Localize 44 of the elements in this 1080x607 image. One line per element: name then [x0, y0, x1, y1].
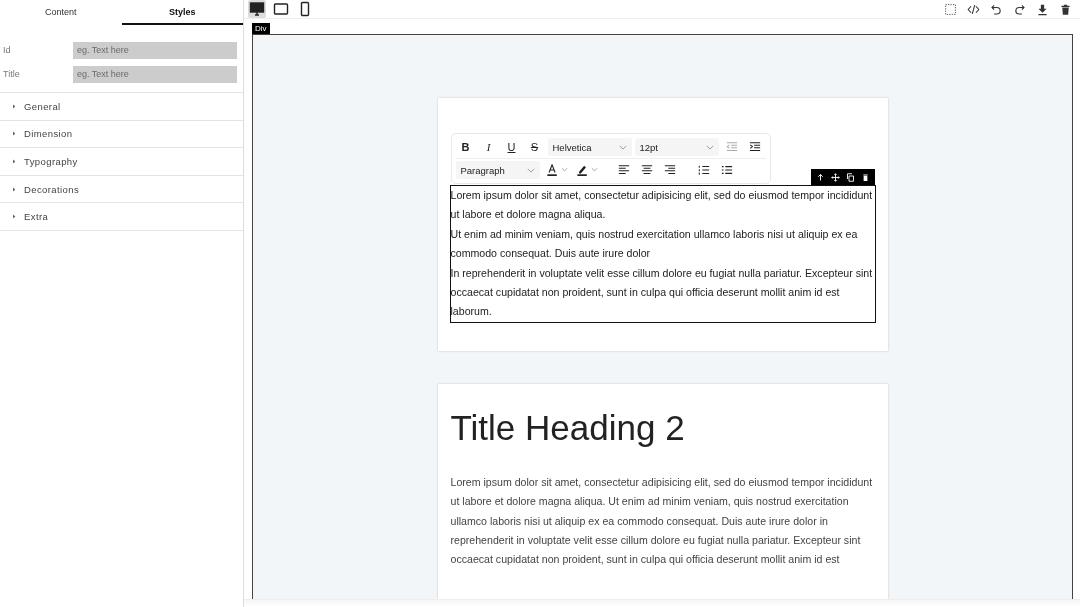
bold-button[interactable]: B [455, 141, 476, 153]
body-paragraph: In reprehenderit in voluptate velit esse cillum dolore eu fugiat nulla pariatur. Excepteur sint occaecat cupidatat non proident, sunt in culpa qui officia deserunt mollit anim id est laborum. [450, 265, 874, 320]
undo-icon[interactable] [990, 2, 1003, 16]
move-icon[interactable] [830, 172, 840, 182]
element-badge: Div [252, 23, 270, 34]
field-label: Id [3, 45, 12, 55]
highlighter-icon[interactable] [576, 164, 600, 176]
size-dropdown[interactable]: 12pt [634, 138, 719, 156]
body-paragraph: Ut enim ad minim veniam, quis nostrud exercitation ullamco laboris nisi ut aliquip ex ea commodo consequat. Duis aute irure dolor [450, 226, 859, 262]
indent-icon[interactable] [748, 141, 761, 153]
copy-icon[interactable] [845, 172, 855, 182]
align-right-icon[interactable] [663, 164, 676, 176]
text-color-icon[interactable] [546, 164, 570, 176]
chevron-down-icon [618, 144, 627, 150]
input-field[interactable]: eg. Text here [73, 65, 237, 83]
block-dropdown[interactable]: Paragraph [455, 161, 540, 179]
caret-icon [12, 103, 16, 109]
strikethrough-button[interactable]: S [524, 141, 545, 153]
bullet-list-icon[interactable] [720, 164, 733, 176]
card-heading: Title Heading 2 [450, 407, 686, 448]
align-left-icon[interactable] [617, 164, 630, 176]
redo-icon[interactable] [1013, 2, 1026, 16]
trash-icon[interactable] [1059, 2, 1072, 16]
caret-icon [12, 131, 16, 137]
caret-icon [12, 186, 16, 192]
download-icon[interactable] [1036, 2, 1049, 16]
body-paragraph: Lorem ipsum dolor sit amet, consectetur adipisicing elit, sed do eiusmod tempor incididunt ut labore et dolore magna aliqua. Ut enim ad minim veniam, quis nostrud exercitation ullamco laboris nisi ut aliquip ex ea commodo consequat. Duis aute irure dolor in reprehenderit in voluptate velit esse cillum dolore eu fugiat nulla pariatur. Excepteur sint occaecat cupidatat non proident, sunt in culpa qui officia deserunt mollit anim id est [450, 474, 874, 568]
selection-icon[interactable] [944, 2, 957, 16]
italic-button[interactable]: I [478, 141, 499, 153]
chevron-down-icon [705, 144, 714, 150]
numbered-list-icon[interactable] [697, 164, 710, 176]
field-label: Title [3, 69, 21, 79]
code-icon[interactable] [967, 2, 980, 16]
font-dropdown[interactable]: Helvetica [547, 138, 632, 156]
arrow-up-icon[interactable] [815, 172, 825, 182]
caret-icon [12, 214, 16, 220]
desktop-icon[interactable] [248, 0, 266, 18]
body-paragraph: Lorem ipsum dolor sit amet, consectetur adipisicing elit, sed do eiusmod tempor incididunt ut labore et dolore magna aliqua. [450, 188, 874, 223]
input-field[interactable]: eg. Text here [73, 41, 237, 59]
underline-button[interactable]: U [501, 141, 522, 153]
align-center-icon[interactable] [640, 164, 653, 176]
caret-icon [12, 159, 16, 164]
chevron-down-icon [526, 167, 535, 173]
tablet-icon[interactable] [272, 0, 290, 18]
